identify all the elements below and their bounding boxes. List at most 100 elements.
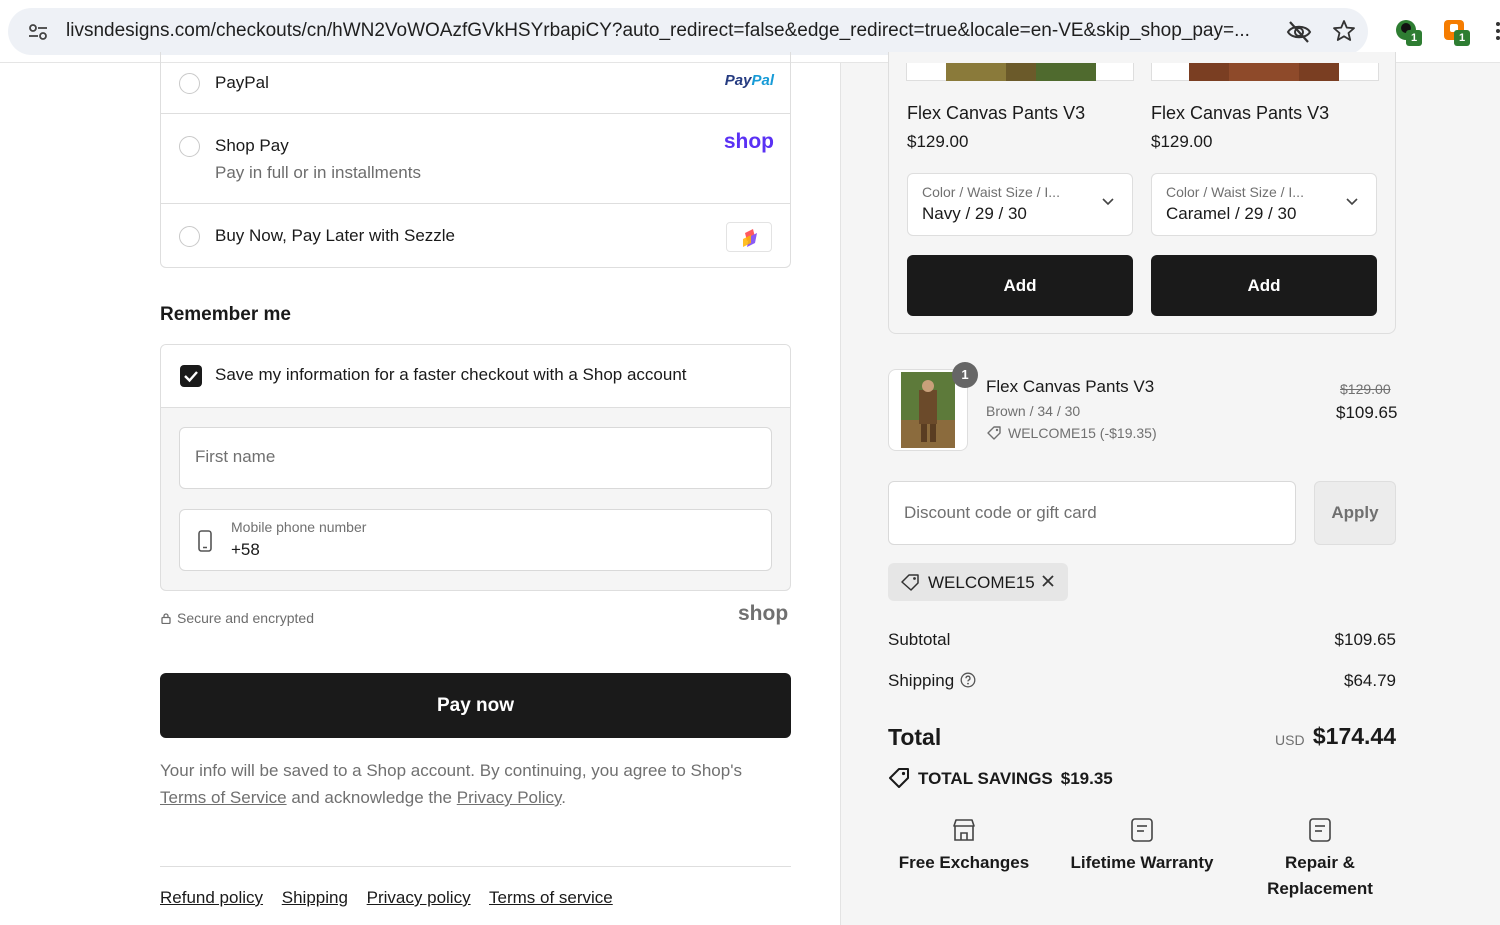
address-bar[interactable]: livsndesigns.com/checkouts/cn/hWN2VoWOAz… (8, 8, 1368, 55)
tag-icon (889, 768, 909, 788)
payment-option-paypal[interactable]: PayPal PayPal (161, 52, 790, 114)
shop-pay-logo: shop (723, 130, 774, 153)
applied-discount-chip: WELCOME15 (888, 563, 1068, 601)
document-icon (1131, 818, 1153, 842)
badge-text: Free Exchanges (898, 853, 1030, 872)
total-savings-value: $19.35 (1060, 769, 1113, 788)
pay-now-button[interactable]: Pay now (160, 673, 791, 738)
site-settings-icon[interactable] (28, 22, 48, 42)
shipping-value: $64.79 (1344, 671, 1396, 690)
apply-discount-button[interactable]: Apply (1314, 481, 1396, 545)
upsell-add-button[interactable]: Add (907, 255, 1133, 316)
cart-item-discount-text: WELCOME15 (-$19.35) (1008, 425, 1157, 441)
sezzle-logo (726, 222, 772, 252)
cart-item-variant: Brown / 34 / 30 (986, 403, 1081, 419)
footer-link-privacy-policy[interactable]: Privacy policy (367, 888, 471, 907)
quantity-badge: 1 (952, 362, 978, 388)
first-name-input[interactable] (195, 447, 755, 467)
remember-me-box: Save my information for a faster checkou… (160, 344, 791, 591)
extension-badge: 1 (1406, 30, 1422, 46)
extension-badge: 1 (1454, 30, 1470, 46)
chevron-down-icon (1102, 198, 1114, 206)
total-currency: USD (1275, 732, 1305, 748)
cart-item-original-price: $129.00 (1340, 381, 1391, 397)
shop-account-disclaimer: Your info will be saved to a Shop accoun… (160, 757, 791, 811)
tag-icon (901, 574, 919, 591)
help-icon[interactable] (960, 672, 976, 688)
remove-discount-icon[interactable] (1040, 573, 1056, 589)
chevron-down-icon (1346, 198, 1358, 206)
extension-icon[interactable]: 1 (1394, 18, 1426, 50)
bookmark-star-icon[interactable] (1332, 19, 1356, 43)
payment-option-label: Shop Pay (215, 136, 289, 155)
cart-item-title: Flex Canvas Pants V3 (986, 377, 1155, 396)
badge-lifetime-warranty: Lifetime Warranty (1042, 816, 1242, 876)
badge-repair-replacement: Repair & Replacement (1220, 816, 1420, 902)
variant-select-label: Color / Waist Size / I... (1166, 184, 1304, 200)
save-info-checkbox[interactable] (180, 365, 202, 387)
upsell-variant-select[interactable]: Color / Waist Size / I... Caramel / 29 /… (1151, 173, 1377, 236)
save-info-label: Save my information for a faster checkou… (215, 365, 687, 384)
badge-text: Lifetime Warranty (1070, 853, 1214, 872)
shop-logo: shop (738, 602, 789, 625)
sezzle-logo-icon (743, 229, 757, 247)
payment-options: PayPal PayPal Shop Pay Pay in full or in… (160, 52, 791, 268)
product-image (1189, 63, 1339, 81)
footer-link-refund-policy[interactable]: Refund policy (160, 888, 263, 907)
radio-shop-pay[interactable] (179, 136, 200, 157)
browser-menu-icon[interactable] (1492, 20, 1500, 42)
disclaimer-text: Your info will be saved to a Shop accoun… (160, 761, 742, 780)
paypal-logo-text: Pal (751, 72, 774, 89)
total-savings-label: TOTAL SAVINGS (918, 769, 1053, 788)
badge-free-exchanges: Free Exchanges (864, 816, 1064, 876)
product-image (946, 63, 1096, 81)
upsell-product-title[interactable]: Flex Canvas Pants V3 (1151, 103, 1329, 124)
total-savings: TOTAL SAVINGS $19.35 (888, 767, 1113, 789)
radio-sezzle[interactable] (179, 226, 200, 247)
payment-option-label: PayPal (215, 73, 269, 92)
total-value: $174.44 (1312, 723, 1396, 749)
upsell-variant-select[interactable]: Color / Waist Size / I... Navy / 29 / 30 (907, 173, 1133, 236)
terms-of-service-link[interactable]: Terms of Service (160, 788, 287, 807)
payment-option-sezzle[interactable]: Buy Now, Pay Later with Sezzle (161, 204, 790, 268)
disclaimer-text: . (561, 788, 567, 807)
upsell-product-title[interactable]: Flex Canvas Pants V3 (907, 103, 1085, 124)
paypal-logo-text: Pay (724, 72, 752, 89)
badge-text: Repair & (1285, 853, 1355, 872)
check-icon (184, 371, 198, 383)
lock-icon (161, 613, 171, 624)
footer-link-terms-of-service[interactable]: Terms of service (489, 888, 613, 907)
discount-field[interactable] (888, 481, 1296, 545)
extension-icon[interactable]: 1 (1442, 18, 1474, 50)
url-text[interactable]: livsndesigns.com/checkouts/cn/hWN2VoWOAz… (66, 20, 1271, 42)
store-icon (953, 819, 975, 841)
shipping-label-row: Shipping (888, 671, 976, 691)
variant-select-value: Navy / 29 / 30 (922, 204, 1027, 223)
cart-item-price: $109.65 (1336, 403, 1398, 422)
total-label: Total (888, 724, 942, 750)
secure-note: Secure and encrypted (161, 610, 314, 626)
tag-icon (987, 426, 1001, 440)
upsell-product-price: $129.00 (907, 132, 969, 151)
footer-link-shipping[interactable]: Shipping (282, 888, 348, 907)
paypal-logo: PayPal (725, 72, 774, 89)
radio-paypal[interactable] (179, 73, 200, 94)
discount-input[interactable] (904, 503, 1284, 523)
save-info-row[interactable]: Save my information for a faster checkou… (161, 345, 790, 408)
payment-option-shop-pay[interactable]: Shop Pay Pay in full or in installments … (161, 114, 790, 204)
footer-links: Refund policy Shipping Privacy policy Te… (160, 888, 627, 908)
upsell-add-button[interactable]: Add (1151, 255, 1377, 316)
variant-select-value: Caramel / 29 / 30 (1166, 204, 1297, 223)
payment-option-label: Buy Now, Pay Later with Sezzle (215, 226, 456, 245)
phone-field[interactable]: Mobile phone number +58 (179, 509, 772, 571)
privacy-policy-link[interactable]: Privacy Policy (457, 788, 562, 807)
remember-me-heading: Remember me (160, 304, 291, 325)
eye-off-icon[interactable] (1286, 20, 1312, 44)
phone-field-value[interactable]: +58 (231, 540, 260, 560)
phone-field-label: Mobile phone number (231, 519, 367, 535)
document-icon (1309, 818, 1331, 842)
badge-text: Replacement (1267, 879, 1373, 898)
upsell-product-price: $129.00 (1151, 132, 1213, 151)
secure-text: Secure and encrypted (177, 610, 314, 626)
first-name-field[interactable] (179, 427, 772, 489)
